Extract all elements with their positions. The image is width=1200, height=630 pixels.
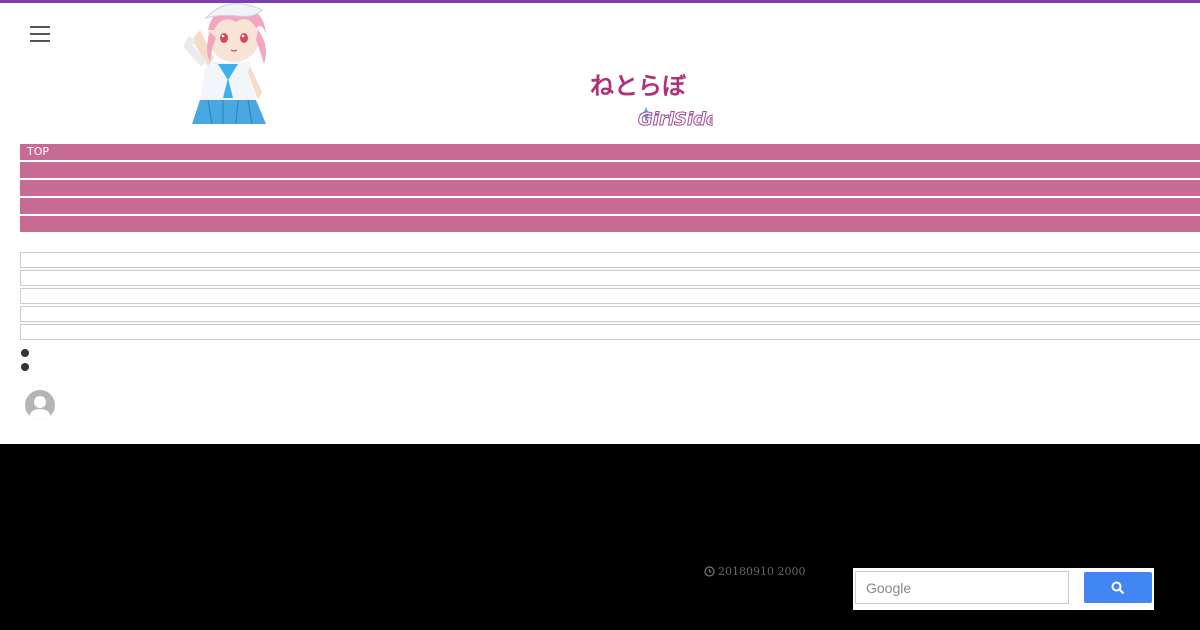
site-logo[interactable]: ねとらぼ GirlSide (588, 68, 713, 132)
nav-item[interactable] (20, 162, 1200, 178)
hamburger-menu-button[interactable] (28, 22, 52, 46)
list-item[interactable] (20, 306, 1200, 322)
search-button[interactable] (1084, 572, 1152, 603)
mascot-image (183, 3, 266, 125)
google-search-box (853, 568, 1154, 610)
search-input[interactable] (855, 571, 1069, 604)
hamburger-line (30, 40, 50, 42)
nav-item-top[interactable]: TOP (20, 144, 1200, 160)
logo-subtext: GirlSide (638, 109, 713, 130)
post-date: 20180910 2000 (704, 565, 805, 578)
list-item[interactable] (20, 324, 1200, 340)
hamburger-icon (30, 26, 50, 28)
nav-item-label: TOP (27, 145, 50, 158)
list-item[interactable] (20, 270, 1200, 286)
list-item[interactable] (20, 252, 1200, 268)
clock-icon (704, 566, 715, 577)
nav-item[interactable] (20, 180, 1200, 196)
bullet-dot (21, 349, 29, 357)
footer: 20180910 2000 (0, 444, 1200, 630)
logo-text: ねとらぼ (590, 72, 687, 100)
post-date-text: 20180910 2000 (718, 565, 806, 578)
avatar[interactable] (25, 390, 55, 420)
user-icon (29, 396, 51, 420)
bullet-dot (21, 363, 29, 371)
hamburger-line (30, 33, 50, 35)
list-item[interactable] (20, 288, 1200, 304)
search-icon (1111, 581, 1125, 594)
nav-item[interactable] (20, 198, 1200, 214)
nav-item[interactable] (20, 216, 1200, 232)
